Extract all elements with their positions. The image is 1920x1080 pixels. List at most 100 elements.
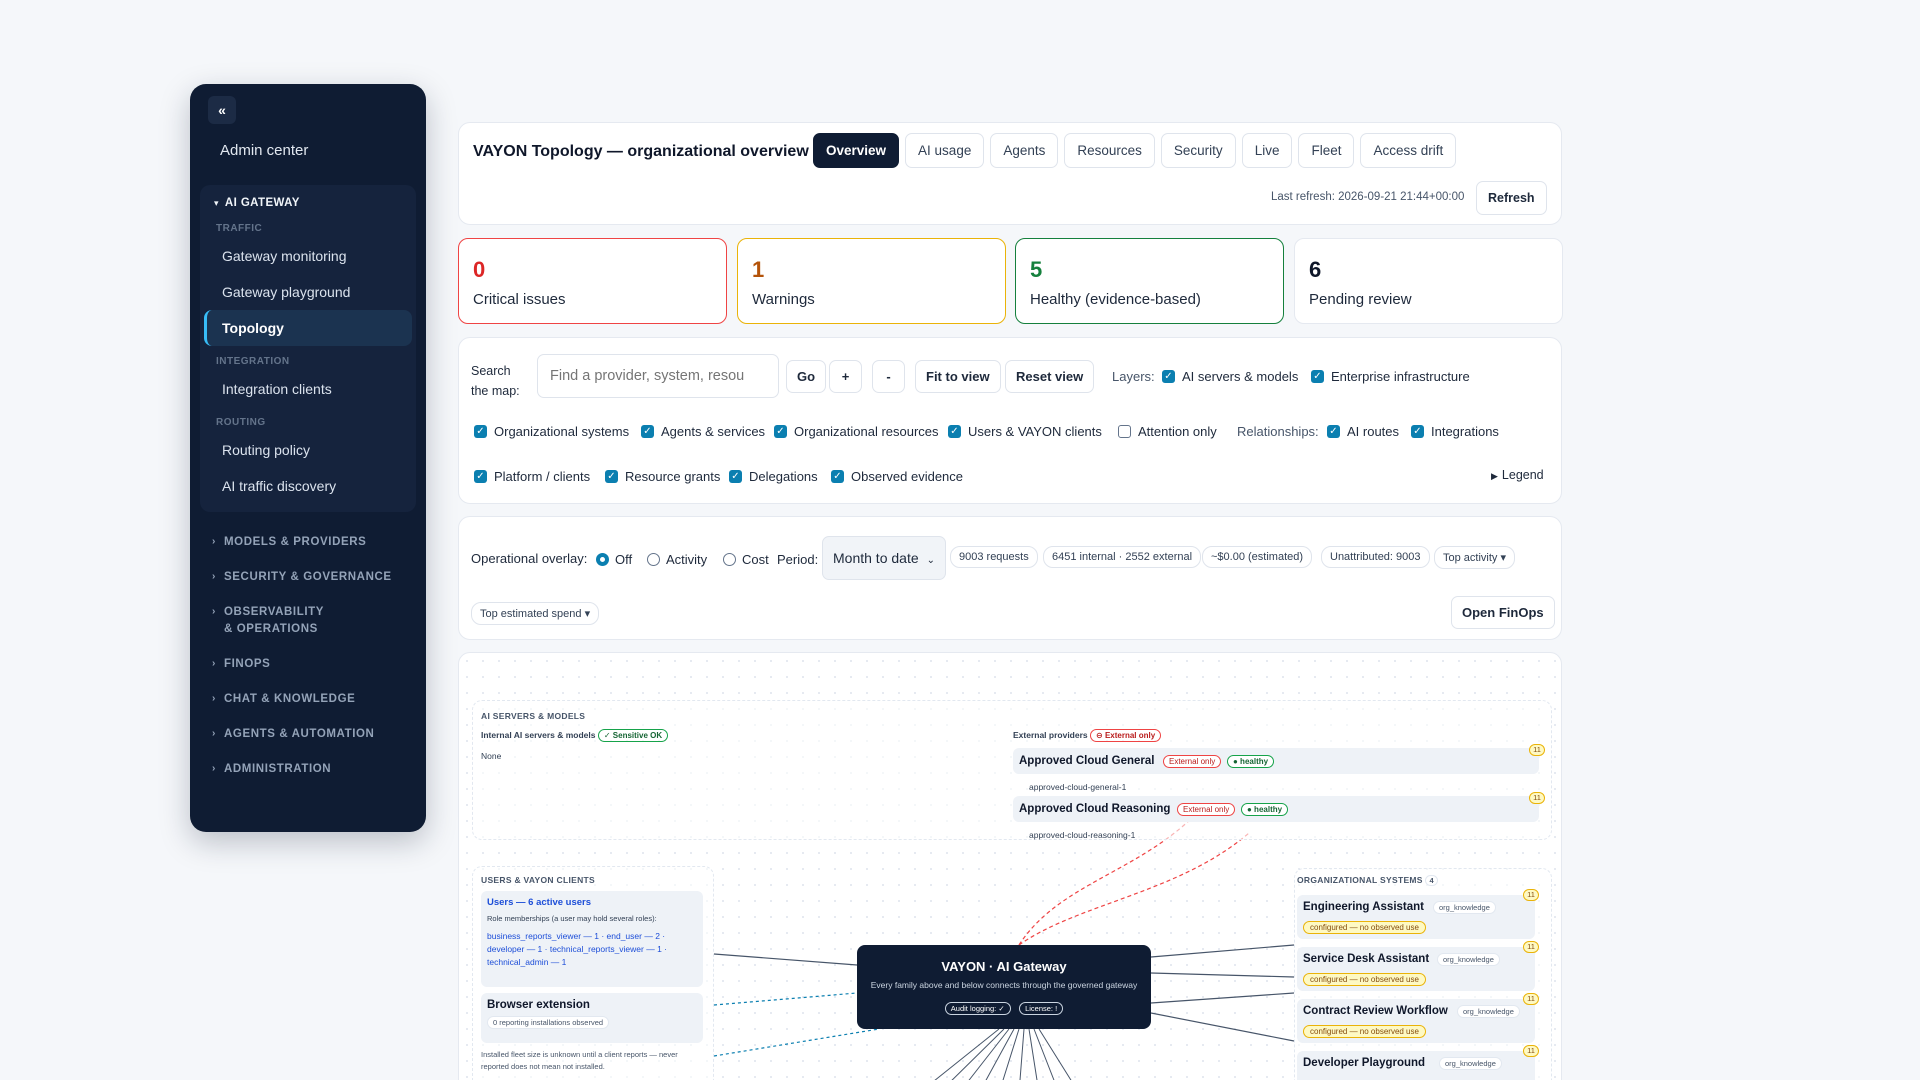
stat-value: 6 bbox=[1309, 257, 1322, 282]
provider-subtitle: approved-cloud-general-1 bbox=[1029, 782, 1127, 792]
nav-ai-traffic-discovery[interactable]: AI traffic discovery bbox=[204, 468, 412, 504]
checkbox-checked-icon: ✓ bbox=[774, 425, 787, 438]
org-systems-region: ORGANIZATIONAL SYSTEMS 4 Engineering Ass… bbox=[1294, 868, 1552, 1080]
checkbox-checked-icon: ✓ bbox=[605, 470, 618, 483]
map-search-input[interactable] bbox=[537, 354, 779, 398]
open-finops-button[interactable]: Open FinOps bbox=[1451, 596, 1555, 629]
search-go-button[interactable]: Go bbox=[786, 360, 827, 393]
layer-ai-servers-checkbox[interactable]: ✓ AI servers & models bbox=[1162, 369, 1298, 384]
overlay-label: Operational overlay: bbox=[471, 551, 588, 566]
tab-overview[interactable]: Overview bbox=[813, 133, 900, 168]
browser-extension-node[interactable]: Browser extension 0 reporting installati… bbox=[481, 993, 703, 1043]
ai-gateway-node[interactable]: VAYON · AI Gateway Every family above an… bbox=[857, 945, 1151, 1029]
reset-view-button[interactable]: Reset view bbox=[1005, 360, 1095, 393]
legend-toggle[interactable]: ▶ Legend bbox=[1491, 468, 1544, 482]
users-node[interactable]: Users — 6 active users Role memberships … bbox=[481, 891, 703, 987]
org-knowledge-tag: org_knowledge bbox=[1439, 1057, 1502, 1070]
stat-healthy[interactable]: 5 Healthy (evidence-based) bbox=[1015, 238, 1284, 324]
rel-resource-grants-checkbox[interactable]: ✓ Resource grants bbox=[605, 469, 720, 484]
view-tabs: Overview AI usage Agents Resources Secur… bbox=[813, 133, 1457, 168]
relationships-label: Relationships: bbox=[1237, 424, 1319, 439]
stat-label: Warnings bbox=[752, 291, 815, 308]
user-roles-list[interactable]: business_reports_viewer — 1 · end_user —… bbox=[487, 930, 697, 969]
org-system-node[interactable]: Developer Playground org_knowledge 11 bbox=[1297, 1045, 1539, 1080]
unattributed-pill: Unattributed: 9003 bbox=[1321, 546, 1430, 568]
collapse-sidebar-button[interactable]: « bbox=[208, 96, 236, 124]
radio-unselected-icon bbox=[647, 553, 660, 566]
tab-access-drift[interactable]: Access drift bbox=[1360, 133, 1457, 168]
rel-ai-routes-checkbox[interactable]: ✓ AI routes bbox=[1327, 424, 1399, 439]
nav-gateway-playground[interactable]: Gateway playground bbox=[204, 274, 412, 310]
period-select[interactable]: Month to date ⌄ bbox=[822, 536, 947, 580]
nav-topology[interactable]: Topology bbox=[204, 310, 412, 346]
nav-gateway-monitoring[interactable]: Gateway monitoring bbox=[204, 238, 412, 274]
overlay-activity-radio[interactable]: Activity bbox=[647, 552, 707, 567]
requests-pill: 9003 requests bbox=[950, 546, 1038, 568]
org-system-node[interactable]: Engineering Assistant org_knowledge conf… bbox=[1297, 889, 1539, 939]
nav-integration-clients[interactable]: Integration clients bbox=[204, 371, 412, 407]
zoom-in-button[interactable]: + bbox=[829, 360, 862, 393]
users-heading[interactable]: Users — 6 active users bbox=[487, 897, 697, 908]
layer-org-systems-checkbox[interactable]: ✓ Organizational systems bbox=[474, 424, 629, 439]
stat-critical-issues[interactable]: 0 Critical issues bbox=[458, 238, 727, 324]
layer-enterprise-infra-checkbox[interactable]: ✓ Enterprise infrastructure bbox=[1311, 369, 1470, 384]
nav-routing-policy[interactable]: Routing policy bbox=[204, 432, 412, 468]
tab-fleet[interactable]: Fleet bbox=[1298, 133, 1355, 168]
section-models-providers[interactable]: MODELS & PROVIDERS bbox=[200, 524, 416, 559]
rel-integrations-checkbox[interactable]: ✓ Integrations bbox=[1411, 424, 1499, 439]
provider-node[interactable]: Approved Cloud General External only ● h… bbox=[1013, 744, 1545, 774]
tab-resources[interactable]: Resources bbox=[1064, 133, 1155, 168]
topology-map[interactable]: AI SERVERS & MODELS Internal AI servers … bbox=[458, 652, 1562, 1080]
caret-right-icon: ▶ bbox=[1491, 471, 1498, 481]
admin-center-title: Admin center bbox=[220, 142, 309, 159]
provider-node[interactable]: Approved Cloud Reasoning External only ●… bbox=[1013, 792, 1545, 822]
layer-org-resources-checkbox[interactable]: ✓ Organizational resources bbox=[774, 424, 939, 439]
gateway-title: VAYON · AI Gateway bbox=[941, 959, 1067, 974]
ai-servers-title: AI SERVERS & MODELS bbox=[481, 711, 586, 721]
layer-agents-services-checkbox[interactable]: ✓ Agents & services bbox=[641, 424, 765, 439]
ai-servers-region: AI SERVERS & MODELS Internal AI servers … bbox=[472, 700, 1552, 840]
ai-gateway-group: ▾ AI GATEWAY TRAFFIC Gateway monitoring G… bbox=[200, 185, 416, 512]
section-security-governance[interactable]: SECURITY & GOVERNANCE bbox=[200, 559, 416, 594]
checkbox-unchecked-icon bbox=[1118, 425, 1131, 438]
radio-selected-icon bbox=[596, 553, 609, 566]
page-title: VAYON Topology — organizational overview bbox=[473, 143, 809, 160]
external-providers-label: External providers ⊖ External only bbox=[1013, 729, 1162, 742]
ai-gateway-toggle[interactable]: ▾ AI GATEWAY bbox=[204, 193, 412, 213]
tab-security[interactable]: Security bbox=[1160, 133, 1236, 168]
rel-delegations-checkbox[interactable]: ✓ Delegations bbox=[729, 469, 818, 484]
overlay-off-radio[interactable]: Off bbox=[596, 552, 632, 567]
rel-observed-evidence-checkbox[interactable]: ✓ Observed evidence bbox=[831, 469, 963, 484]
section-observability-operations[interactable]: OBSERVABILITY & OPERATIONS bbox=[200, 594, 350, 646]
zoom-out-button[interactable]: - bbox=[872, 360, 905, 393]
checkbox-checked-icon: ✓ bbox=[948, 425, 961, 438]
health-badge: ● healthy bbox=[1227, 755, 1275, 768]
overlay-cost-radio[interactable]: Cost bbox=[723, 552, 769, 567]
section-agents-automation[interactable]: AGENTS & AUTOMATION bbox=[200, 716, 416, 751]
section-finops[interactable]: FINOPS bbox=[200, 646, 416, 681]
attention-only-checkbox[interactable]: Attention only bbox=[1118, 424, 1217, 439]
checkbox-checked-icon: ✓ bbox=[474, 425, 487, 438]
checkbox-checked-icon: ✓ bbox=[831, 470, 844, 483]
refresh-button[interactable]: Refresh bbox=[1476, 181, 1547, 215]
top-activity-dropdown[interactable]: Top activity ▾ bbox=[1434, 546, 1515, 569]
org-system-node[interactable]: Contract Review Workflow org_knowledge c… bbox=[1297, 993, 1539, 1043]
tab-agents[interactable]: Agents bbox=[990, 133, 1059, 168]
stat-pending-review[interactable]: 6 Pending review bbox=[1294, 238, 1563, 324]
stat-warnings[interactable]: 1 Warnings bbox=[737, 238, 1006, 324]
external-only-badge: External only bbox=[1177, 803, 1236, 816]
tab-ai-usage[interactable]: AI usage bbox=[905, 133, 985, 168]
top-spend-dropdown[interactable]: Top estimated spend ▾ bbox=[471, 602, 600, 625]
users-clients-region: USERS & VAYON CLIENTS Users — 6 active u… bbox=[472, 866, 714, 1080]
layer-users-clients-checkbox[interactable]: ✓ Users & VAYON clients bbox=[948, 424, 1102, 439]
fit-to-view-button[interactable]: Fit to view bbox=[915, 360, 1001, 393]
tab-live[interactable]: Live bbox=[1241, 133, 1293, 168]
org-systems-count: 4 bbox=[1425, 875, 1438, 886]
estimated-cost-pill: ~$0.00 (estimated) bbox=[1202, 546, 1313, 568]
section-chat-knowledge[interactable]: CHAT & KNOWLEDGE bbox=[200, 681, 416, 716]
section-administration[interactable]: ADMINISTRATION bbox=[200, 751, 416, 786]
period-label: Period: bbox=[777, 552, 819, 567]
layers-label: Layers: bbox=[1112, 369, 1155, 384]
org-system-node[interactable]: Service Desk Assistant org_knowledge con… bbox=[1297, 941, 1539, 991]
rel-platform-clients-checkbox[interactable]: ✓ Platform / clients bbox=[474, 469, 590, 484]
